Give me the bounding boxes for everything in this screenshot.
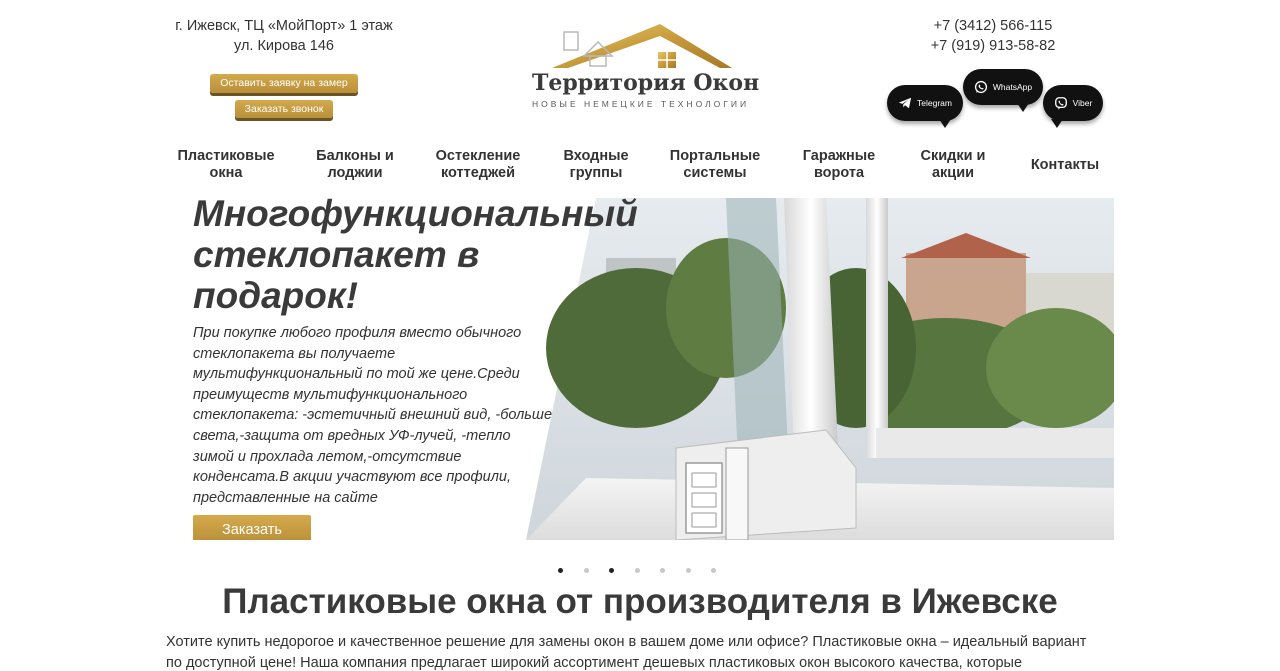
nav-label: Контакты — [1030, 157, 1100, 173]
slider-dot[interactable] — [583, 568, 589, 573]
telegram-button[interactable]: Telegram — [887, 85, 963, 128]
hero-title-line: подарок! — [193, 275, 358, 316]
slider-dot[interactable] — [660, 568, 665, 573]
order-call-button[interactable]: Заказать звонок — [235, 100, 333, 118]
nav-label: группы — [569, 165, 623, 181]
nav-label: лоджии — [327, 165, 383, 181]
nav-item-discounts[interactable]: Скидки и акции — [910, 148, 996, 182]
nav-label: акции — [931, 165, 975, 181]
telegram-label: Telegram — [917, 98, 952, 108]
nav-label: Балконы и — [316, 148, 394, 164]
slider-dot[interactable] — [558, 568, 563, 573]
request-measure-button[interactable]: Оставить заявку на замер — [210, 74, 358, 93]
nav-item-contacts[interactable]: Контакты — [1022, 157, 1108, 174]
nav-label: ворота — [813, 165, 865, 181]
logo-title: Территория Окон — [532, 70, 760, 96]
nav-label: Гаражные — [802, 148, 876, 164]
address-line-1: г. Ижевск, ТЦ «МойПорт» 1 этаж — [175, 18, 393, 34]
phones: +7 (3412) 566-115 +7 (919) 913-58-82 — [900, 16, 1086, 56]
nav-item-plastic-windows[interactable]: Пластиковые окна — [170, 148, 282, 182]
logo-subtitle: НОВЫЕ НЕМЕЦКИЕ ТЕХНОЛОГИИ — [532, 99, 750, 109]
whatsapp-icon — [974, 80, 987, 94]
phone-2[interactable]: +7 (919) 913-58-82 — [900, 36, 1086, 56]
nav-item-garage-doors[interactable]: Гаражные ворота — [794, 148, 884, 182]
slider-dot[interactable] — [609, 568, 614, 573]
slider-dot[interactable] — [634, 568, 640, 573]
slider-dot[interactable] — [685, 568, 691, 573]
viber-icon — [1054, 97, 1067, 110]
nav-item-balconies[interactable]: Балконы и лоджии — [305, 148, 405, 182]
nav-label: Скидки и — [920, 148, 986, 164]
hero-description: При покупке любого профиля вместо обычно… — [193, 325, 553, 506]
phone-1[interactable]: +7 (3412) 566-115 — [900, 16, 1086, 36]
window-profile-illustration — [526, 198, 1114, 540]
nav-label: коттеджей — [440, 165, 516, 181]
house-roof-icon — [552, 24, 732, 68]
nav-label: Пластиковые — [177, 148, 275, 164]
address: г. Ижевск, ТЦ «МойПорт» 1 этаж ул. Киров… — [170, 16, 398, 56]
logo[interactable]: Территория Окон НОВЫЕ НЕМЕЦКИЕ ТЕХНОЛОГИ… — [532, 20, 760, 112]
hero-image — [526, 198, 1114, 540]
nav-label: Входные — [563, 148, 629, 164]
address-line-2: ул. Кирова 146 — [234, 38, 334, 54]
nav-item-entrance-groups[interactable]: Входные группы — [550, 148, 642, 182]
hero-title: Многофункциональный стеклопакет в подаро… — [193, 193, 638, 316]
slider-dots — [558, 568, 728, 576]
nav-item-cottage-glazing[interactable]: Остекление коттеджей — [428, 148, 528, 182]
nav-item-portal-systems[interactable]: Портальные системы — [665, 148, 765, 182]
hero-title-line: Многофункциональный — [193, 193, 638, 234]
viber-label: Viber — [1072, 98, 1093, 108]
nav-label: Остекление — [435, 148, 521, 164]
viber-button[interactable]: Viber — [1043, 85, 1103, 128]
section-text: Хотите купить недорогое и качественное р… — [166, 634, 1087, 671]
telegram-icon — [898, 97, 912, 109]
order-button[interactable]: Заказать — [193, 515, 311, 540]
nav-label: окна — [209, 165, 243, 181]
slider-dot[interactable] — [711, 568, 716, 573]
whatsapp-label: WhatsApp — [992, 82, 1033, 92]
main-nav: Пластиковые окна Балконы и лоджии Остекл… — [170, 148, 1110, 188]
nav-label: Портальные — [669, 148, 761, 164]
hero-title-line: стеклопакет в — [193, 234, 480, 275]
whatsapp-button[interactable]: WhatsApp — [963, 69, 1043, 112]
nav-label: системы — [683, 165, 747, 181]
section-title: Пластиковые окна от производителя в Ижев… — [222, 582, 1058, 621]
